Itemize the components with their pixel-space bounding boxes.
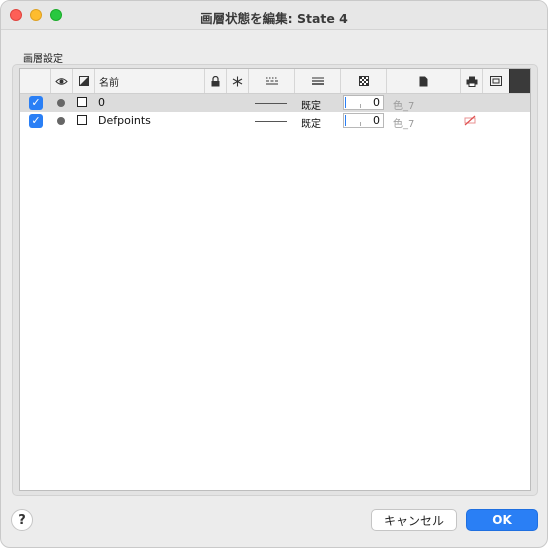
no-plot-icon[interactable] <box>464 115 476 126</box>
visibility-dot-icon[interactable] <box>57 117 65 125</box>
column-on-header[interactable] <box>20 69 50 93</box>
table-row[interactable]: ✓ 0 既定 0 色_7 <box>20 94 530 112</box>
column-visibility-header[interactable] <box>50 69 72 93</box>
column-name-header[interactable]: 名前 <box>94 69 204 93</box>
ok-button[interactable]: OK <box>466 509 538 531</box>
linetype-icon <box>265 77 278 85</box>
column-freeze-all-header[interactable] <box>226 69 248 93</box>
transparency-value: 0 <box>373 96 380 109</box>
column-lock-header[interactable] <box>204 69 226 93</box>
eye-icon <box>55 77 68 85</box>
column-linetype-header[interactable] <box>248 69 294 93</box>
linetype-sample[interactable] <box>255 121 287 122</box>
freeze-square-icon[interactable] <box>77 97 87 107</box>
layer-settings-label: 画層設定 <box>23 54 63 65</box>
text-caret <box>345 97 346 108</box>
plot-style-value[interactable]: 色_7 <box>393 97 414 112</box>
cancel-button[interactable]: キャンセル <box>371 509 457 531</box>
lineweight-value[interactable]: 既定 <box>301 97 321 112</box>
layer-on-checkbox[interactable]: ✓ <box>29 96 43 110</box>
layer-table: 名前 ✓ 0 既定 0 色_7 ✓ Defpoints 既定 0 色_7 <box>19 68 531 491</box>
column-newvp-header[interactable] <box>482 69 509 93</box>
column-transparency-header[interactable] <box>340 69 386 93</box>
table-header: 名前 <box>20 69 530 94</box>
column-options-header[interactable] <box>509 69 530 93</box>
column-color-header[interactable] <box>386 69 460 93</box>
window-title: 画層状態を編集: State 4 <box>200 11 348 26</box>
layer-name: 0 <box>98 96 105 109</box>
transparency-field[interactable]: 0 <box>343 95 384 110</box>
viewport-freeze-icon <box>78 76 89 86</box>
lock-icon <box>211 75 220 86</box>
lineweight-value[interactable]: 既定 <box>301 115 321 130</box>
column-plot-header[interactable] <box>460 69 482 93</box>
freeze-square-icon[interactable] <box>77 115 87 125</box>
printer-icon <box>466 76 477 87</box>
new-viewport-icon <box>490 76 502 86</box>
table-row[interactable]: ✓ Defpoints 既定 0 色_7 <box>20 112 530 130</box>
help-button[interactable]: ? <box>11 509 33 531</box>
transparency-icon <box>358 76 369 86</box>
edit-layer-state-dialog: 画層状態を編集: State 4 画層設定 名前 ✓ 0 既定 0 色_7 ✓ … <box>0 0 548 548</box>
transparency-field[interactable]: 0 <box>343 113 384 128</box>
title-bar: 画層状態を編集: State 4 <box>1 1 547 30</box>
snowflake-icon <box>232 76 243 86</box>
column-freeze-header[interactable] <box>72 69 94 93</box>
column-name-label: 名前 <box>99 77 119 89</box>
transparency-value: 0 <box>373 114 380 127</box>
plot-style-value[interactable]: 色_7 <box>393 115 414 130</box>
column-lineweight-header[interactable] <box>294 69 340 93</box>
text-caret <box>345 115 346 126</box>
visibility-dot-icon[interactable] <box>57 99 65 107</box>
lineweight-icon <box>311 77 324 85</box>
layer-name: Defpoints <box>98 114 151 127</box>
linetype-sample[interactable] <box>255 103 287 104</box>
field-tick <box>360 104 361 108</box>
document-icon <box>419 76 428 86</box>
field-tick <box>360 122 361 126</box>
layer-on-checkbox[interactable]: ✓ <box>29 114 43 128</box>
